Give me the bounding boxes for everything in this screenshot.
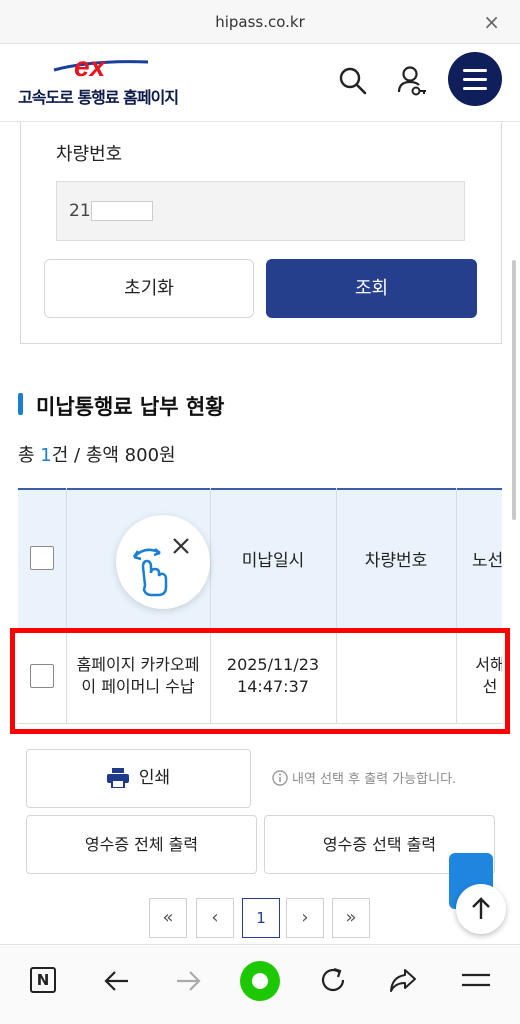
swipe-hint[interactable]	[116, 515, 210, 609]
menu-line-icon	[463, 87, 487, 90]
share-icon[interactable]	[388, 965, 418, 995]
search-icon[interactable]	[338, 66, 368, 96]
section-accent-bar	[18, 393, 23, 415]
summary-prefix: 총	[18, 445, 41, 466]
header-checkbox-cell	[18, 488, 66, 628]
header-unpaid-date[interactable]: 미납일시	[210, 488, 336, 628]
last-page-button[interactable]: »	[332, 898, 370, 938]
header-car-number[interactable]: 차량번호	[336, 488, 456, 628]
browser-url-bar: hipass.co.kr ×	[0, 0, 520, 44]
receipt-all-button[interactable]: 영수증 전체 출력	[26, 815, 257, 874]
home-dot-icon	[252, 973, 268, 989]
hamburger-menu-button[interactable]	[448, 52, 502, 106]
user-key-icon[interactable]	[396, 64, 428, 98]
print-button[interactable]: 인쇄	[26, 749, 251, 808]
print-notice: 내역 선택 후 출력 가능합니다.	[272, 768, 456, 787]
summary-suffix: 건 / 총액 800원	[51, 445, 176, 466]
naver-n-icon[interactable]: N	[30, 967, 56, 993]
header-route[interactable]: 노선	[456, 488, 502, 628]
menu-line-icon	[463, 78, 487, 81]
printer-icon	[106, 768, 129, 789]
search-button[interactable]: 조회	[266, 259, 477, 318]
highlight-box	[10, 628, 510, 734]
menu-line-icon	[463, 69, 487, 72]
swipe-hand-icon	[132, 538, 189, 597]
info-icon	[272, 770, 288, 786]
site-logo-text[interactable]: 고속도로 통행료 홈페이지	[18, 84, 179, 108]
prev-page-button[interactable]: ‹	[196, 898, 234, 938]
back-arrow-icon[interactable]	[103, 967, 131, 995]
section-title: 미납통행료 납부 현황	[36, 395, 225, 419]
car-number-label: 차량번호	[56, 144, 123, 165]
refresh-icon[interactable]	[318, 965, 348, 995]
forward-arrow-icon[interactable]	[174, 967, 202, 995]
svg-text:ex: ex	[74, 52, 107, 82]
first-page-button[interactable]: «	[149, 898, 187, 938]
print-label: 인쇄	[138, 768, 171, 788]
ex-logo-icon[interactable]: ex	[52, 52, 152, 82]
summary-count: 1	[40, 445, 52, 466]
home-green-button[interactable]	[240, 961, 280, 1001]
select-all-checkbox[interactable]	[30, 546, 54, 570]
page-1-button[interactable]: 1	[242, 898, 280, 938]
next-page-button[interactable]: ›	[286, 898, 324, 938]
close-icon[interactable]: ×	[483, 10, 500, 34]
summary-text: 총 1건 / 총액 800원	[18, 441, 176, 467]
browser-bottom-bar: N	[0, 944, 520, 1024]
masked-value	[91, 201, 153, 221]
site-header: ex 고속도로 통행료 홈페이지	[0, 44, 520, 122]
scrollbar[interactable]	[512, 260, 516, 520]
print-notice-text: 내역 선택 후 출력 가능합니다.	[292, 772, 457, 787]
menu-icon[interactable]	[461, 971, 491, 991]
url-text[interactable]: hipass.co.kr	[0, 13, 520, 31]
scroll-top-button[interactable]	[456, 884, 506, 934]
arrow-up-icon	[472, 897, 490, 919]
car-number-input[interactable]: 211	[56, 181, 465, 241]
reset-button[interactable]: 초기화	[44, 259, 254, 318]
